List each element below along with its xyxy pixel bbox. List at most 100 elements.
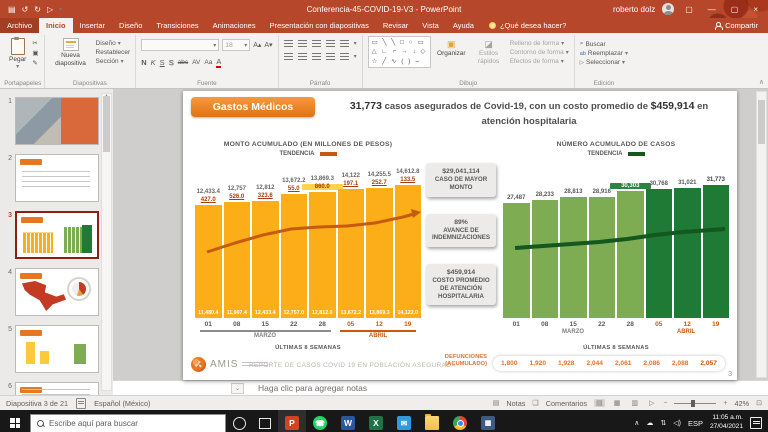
scrollbar-thumb[interactable] bbox=[758, 100, 765, 144]
change-case-icon[interactable]: Aa bbox=[204, 59, 212, 66]
replace-button[interactable]: abReemplazar▾ bbox=[580, 50, 628, 57]
account-name[interactable]: roberto dolz bbox=[613, 5, 655, 14]
section-button[interactable]: Sección▾ bbox=[96, 58, 131, 65]
thumbnail-scrollbar[interactable]: ▲ bbox=[101, 93, 112, 391]
tab-transiciones[interactable]: Transiciones bbox=[149, 18, 205, 33]
taskbar-whatsapp[interactable]: ☎ bbox=[306, 410, 334, 432]
close-button[interactable]: × bbox=[749, 5, 762, 14]
tab-dise-o[interactable]: Diseño bbox=[112, 18, 149, 33]
info-box-mayor-monto[interactable]: $29,041,114 CASO DE MAYOR MONTO bbox=[426, 163, 496, 197]
font-size-combo[interactable]: 18▾ bbox=[222, 39, 250, 51]
thumbnail-row[interactable]: 5 bbox=[4, 325, 101, 373]
bar-column[interactable]: 14,612.8133.514,122.0 bbox=[395, 158, 422, 318]
align-left-icon[interactable] bbox=[284, 53, 293, 60]
select-button[interactable]: ▷Seleccionar▾ bbox=[580, 59, 628, 66]
underline-icon[interactable]: S bbox=[160, 58, 165, 67]
notes-pane[interactable]: ⌄ Haga clic para agregar notas bbox=[113, 380, 768, 395]
normal-view-icon[interactable]: ▤ bbox=[594, 399, 605, 407]
text-shadow-icon[interactable]: S bbox=[169, 58, 174, 67]
shape-outline-button[interactable]: Contorno de forma▾ bbox=[510, 49, 569, 56]
info-box-avance[interactable]: 89% AVANCE DE INDEMNIZACIONES bbox=[426, 214, 496, 248]
info-box-costo-promedio[interactable]: $459,914 COSTO PROMEDIO DE ATENCIÓN HOSP… bbox=[426, 264, 496, 305]
tab-insertar[interactable]: Insertar bbox=[73, 18, 112, 33]
slide-headline[interactable]: 31,773 casos asegurados de Covid-19, con… bbox=[333, 98, 725, 129]
taskbar-explorer[interactable] bbox=[418, 410, 446, 432]
new-slide-button[interactable]: Nueva diapositiva bbox=[50, 36, 92, 68]
taskbar-excel[interactable]: X bbox=[362, 410, 390, 432]
tell-me-box[interactable]: ¿Qué desea hacer? bbox=[481, 18, 574, 33]
bar-column[interactable]: 31,773 bbox=[703, 158, 730, 318]
qat-customize-icon[interactable]: ▾ bbox=[59, 6, 62, 13]
action-center-icon[interactable] bbox=[750, 417, 762, 429]
bar-column[interactable]: 28,813 bbox=[560, 158, 587, 318]
minimize-button[interactable]: — bbox=[704, 5, 720, 14]
tab-revisar[interactable]: Revisar bbox=[376, 18, 415, 33]
slide-3-thumbnail-selected[interactable] bbox=[15, 211, 99, 259]
bar-column[interactable]: 12,757526.011,907.4 bbox=[224, 158, 251, 318]
onedrive-icon[interactable]: ☁ bbox=[646, 419, 653, 427]
network-icon[interactable]: ⇅ bbox=[660, 419, 666, 427]
ribbon-display-options-icon[interactable]: ▢ bbox=[681, 5, 697, 14]
reset-button[interactable]: Restablecer bbox=[96, 49, 131, 56]
taskbar-mail[interactable]: ✉ bbox=[390, 410, 418, 432]
slide-5-thumbnail[interactable] bbox=[15, 325, 99, 373]
notes-toggle[interactable]: Notas bbox=[506, 399, 525, 408]
align-center-icon[interactable] bbox=[298, 53, 307, 60]
thumbnail-row[interactable]: 4 bbox=[4, 268, 101, 316]
comments-icon[interactable]: ❑ bbox=[532, 399, 538, 407]
fit-slide-icon[interactable]: ⊡ bbox=[756, 399, 762, 407]
start-slideshow-icon[interactable]: ▷ bbox=[47, 5, 53, 14]
slide-counter[interactable]: Diapositiva 3 de 21 bbox=[6, 399, 68, 408]
bar-column[interactable]: 28,916 bbox=[589, 158, 616, 318]
slide-sorter-view-icon[interactable]: ▦ bbox=[612, 399, 623, 407]
bar-column[interactable]: 28,233 bbox=[532, 158, 559, 318]
zoom-level[interactable]: 42% bbox=[735, 399, 750, 408]
font-color-icon[interactable]: A bbox=[216, 57, 221, 68]
taskbar-clock[interactable]: 11:05 a.m. 27/04/2021 bbox=[710, 414, 743, 431]
taskbar-chrome[interactable] bbox=[446, 410, 474, 432]
decrease-indent-icon[interactable] bbox=[312, 40, 321, 47]
char-spacing-icon[interactable]: AV bbox=[192, 59, 200, 66]
tab-presentaci-n-con-diapositivas[interactable]: Presentación con diapositivas bbox=[263, 18, 376, 33]
save-icon[interactable]: ▤ bbox=[8, 5, 16, 14]
chart-numero-casos[interactable]: NÚMERO ACUMULADO DE CASOS TENDENCIA 27,4… bbox=[503, 141, 729, 351]
notes-splitter-icon[interactable]: ⌄ bbox=[231, 383, 244, 394]
tab-vista[interactable]: Vista bbox=[415, 18, 446, 33]
thumbnail-row[interactable]: 3 bbox=[4, 211, 101, 259]
hidden-icons-chevron[interactable]: ∧ bbox=[634, 419, 639, 427]
paste-dropdown-icon[interactable]: ▾ bbox=[16, 64, 19, 71]
volume-icon[interactable]: ◁) bbox=[673, 419, 681, 427]
slide-6-thumbnail[interactable] bbox=[15, 382, 99, 395]
bar-column[interactable]: 27,487 bbox=[503, 158, 530, 318]
zoom-in-icon[interactable]: + bbox=[723, 400, 727, 407]
thumbnail-row[interactable]: 2 bbox=[4, 154, 101, 202]
tab-ayuda[interactable]: Ayuda bbox=[446, 18, 481, 33]
thumbnail-row[interactable]: 1 bbox=[4, 97, 101, 145]
scrollbar-thumb[interactable] bbox=[103, 96, 110, 152]
avatar[interactable] bbox=[662, 3, 674, 15]
notes-placeholder[interactable]: Haga clic para agregar notas bbox=[258, 383, 367, 393]
redo-icon[interactable]: ↻ bbox=[34, 5, 41, 14]
zoom-slider[interactable] bbox=[674, 403, 716, 404]
paragraph-more-icon[interactable]: ▾ bbox=[354, 40, 357, 47]
shapes-gallery[interactable]: ▭ ╲ ╲ □ ○ ▭ △ ∟ ⌐ → ↓ ◇ ☆ ╱ ∿ ( ) ⌣ bbox=[368, 36, 431, 68]
tab-animaciones[interactable]: Animaciones bbox=[206, 18, 263, 33]
taskbar-calculator[interactable]: ▦ bbox=[474, 410, 502, 432]
bold-icon[interactable]: N bbox=[141, 58, 146, 67]
align-right-icon[interactable] bbox=[312, 53, 321, 60]
slide-editor[interactable]: Gastos Médicos 31,773 casos asegurados d… bbox=[183, 91, 737, 380]
numbering-icon[interactable] bbox=[298, 40, 307, 47]
strikethrough-icon[interactable]: abc bbox=[178, 59, 188, 66]
bar-column[interactable]: 12,433.4427.011,480.4 bbox=[195, 158, 222, 318]
comments-toggle[interactable]: Comentarios bbox=[546, 399, 587, 408]
share-button[interactable]: Compartir bbox=[704, 18, 768, 33]
grow-font-icon[interactable]: A▴ bbox=[253, 41, 261, 49]
cut-icon[interactable]: ✂ bbox=[32, 39, 38, 47]
reading-view-icon[interactable]: ▥ bbox=[629, 399, 640, 407]
accessibility-checker-icon[interactable] bbox=[76, 398, 86, 409]
slideshow-view-icon[interactable]: ▷ bbox=[647, 399, 656, 407]
undo-icon[interactable]: ↺ bbox=[22, 5, 29, 14]
keyboard-language[interactable]: ESP bbox=[688, 419, 703, 428]
slide-4-thumbnail[interactable] bbox=[15, 268, 99, 316]
task-view-button[interactable] bbox=[252, 410, 278, 432]
